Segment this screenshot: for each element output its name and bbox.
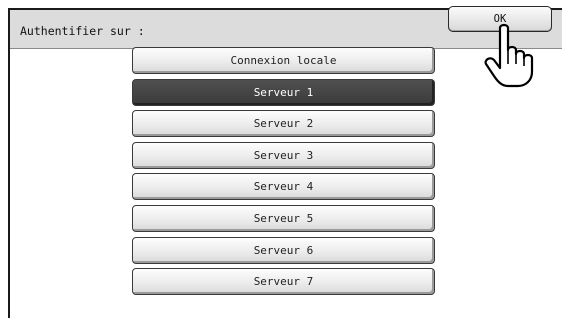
option-server-2[interactable]: Serveur 2 — [132, 110, 435, 138]
option-server-5[interactable]: Serveur 5 — [132, 204, 435, 232]
dialog-title: Authentifier sur : — [20, 24, 145, 38]
option-server-3[interactable]: Serveur 3 — [132, 141, 435, 169]
option-local-login[interactable]: Connexion locale — [132, 47, 435, 74]
option-server-6[interactable]: Serveur 6 — [132, 236, 435, 264]
option-server-1[interactable]: Serveur 1 — [132, 78, 435, 106]
option-server-7[interactable]: Serveur 7 — [132, 268, 435, 296]
server-option-list: Connexion locale Serveur 1 Serveur 2 Ser… — [132, 47, 436, 300]
option-server-4[interactable]: Serveur 4 — [132, 173, 435, 201]
ok-button[interactable]: OK — [448, 6, 552, 32]
